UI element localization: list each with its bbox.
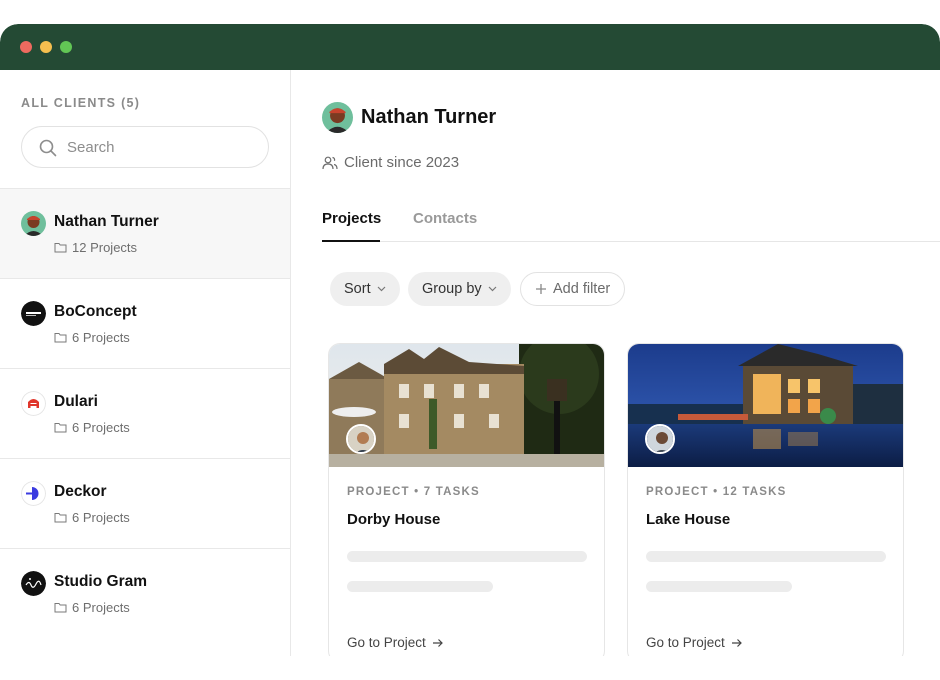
avatar — [322, 102, 353, 133]
skeleton-line — [347, 581, 493, 592]
studio-gram-logo-icon — [21, 571, 46, 596]
group-by-label: Group by — [422, 281, 482, 297]
project-count-label: 12 Projects — [72, 240, 138, 255]
project-count-label: 6 Projects — [72, 420, 130, 435]
deckor-logo-icon — [21, 481, 46, 506]
chevron-down-icon — [377, 286, 386, 292]
tab-contacts[interactable]: Contacts — [413, 210, 477, 227]
active-tab-indicator — [322, 240, 380, 242]
tab-projects[interactable]: Projects — [322, 210, 381, 227]
folder-icon — [54, 333, 67, 343]
client-name: Dulari — [54, 393, 98, 410]
add-filter-label: Add filter — [553, 281, 611, 297]
project-count-label: 6 Projects — [72, 600, 130, 615]
avatar — [21, 211, 46, 236]
skeleton-line — [347, 551, 587, 562]
maximize-window-button[interactable] — [60, 41, 72, 53]
group-by-button[interactable]: Group by — [408, 272, 511, 306]
go-to-project-link[interactable]: Go to Project — [646, 635, 743, 650]
project-card-dorby-house[interactable]: PROJECT • 7 TASKS Dorby House Go to Proj… — [328, 343, 605, 656]
go-to-project-label: Go to Project — [347, 635, 426, 650]
project-title: Dorby House — [347, 511, 441, 528]
skeleton-line — [646, 551, 886, 562]
owner-avatar — [645, 424, 675, 454]
folder-icon — [54, 603, 67, 613]
folder-icon — [54, 243, 67, 253]
chevron-down-icon — [488, 286, 497, 292]
window-titlebar — [0, 24, 940, 70]
project-meta: PROJECT • 7 TASKS — [347, 486, 480, 498]
folder-icon — [54, 423, 67, 433]
client-project-count: 6 Projects — [54, 420, 130, 435]
client-name: Deckor — [54, 483, 107, 500]
project-count-label: 6 Projects — [72, 510, 130, 525]
sort-button[interactable]: Sort — [330, 272, 400, 306]
client-item-deckor[interactable]: Deckor 6 Projects — [0, 458, 290, 548]
go-to-project-link[interactable]: Go to Project — [347, 635, 444, 650]
boconcept-logo-icon — [21, 301, 46, 326]
sort-label: Sort — [344, 281, 371, 297]
project-count-label: 6 Projects — [72, 330, 130, 345]
project-title: Lake House — [646, 511, 731, 528]
clients-heading: ALL CLIENTS (5) — [21, 96, 141, 110]
tab-bar: Projects Contacts — [322, 200, 940, 242]
plus-icon — [536, 284, 546, 294]
clients-sidebar: ALL CLIENTS (5) Search Nathan Turner 12 … — [0, 70, 291, 656]
close-window-button[interactable] — [20, 41, 32, 53]
owner-avatar — [346, 424, 376, 454]
go-to-project-label: Go to Project — [646, 635, 725, 650]
add-filter-button[interactable]: Add filter — [520, 272, 626, 306]
folder-icon — [54, 513, 67, 523]
client-project-count: 6 Projects — [54, 600, 130, 615]
client-since-text: Client since 2023 — [344, 154, 460, 171]
client-item-boconcept[interactable]: BoConcept 6 Projects — [0, 278, 290, 368]
client-name: BoConcept — [54, 303, 137, 320]
search-placeholder: Search — [67, 139, 115, 156]
client-project-count: 6 Projects — [54, 330, 130, 345]
client-item-dulari[interactable]: Dulari 6 Projects — [0, 368, 290, 458]
client-project-count: 12 Projects — [54, 240, 137, 255]
client-name: Studio Gram — [54, 573, 148, 590]
arrow-right-icon — [432, 638, 443, 647]
client-detail-panel: Nathan Turner Client since 2023 Projects… — [291, 70, 940, 656]
project-meta: PROJECT • 12 TASKS — [646, 486, 787, 498]
search-input[interactable]: Search — [21, 126, 269, 168]
client-project-count: 6 Projects — [54, 510, 130, 525]
client-since: Client since 2023 — [322, 154, 459, 171]
search-icon — [39, 139, 57, 157]
client-name: Nathan Turner — [54, 213, 159, 230]
minimize-window-button[interactable] — [40, 41, 52, 53]
client-item-nathan-turner[interactable]: Nathan Turner 12 Projects — [0, 188, 290, 278]
skeleton-line — [646, 581, 792, 592]
arrow-right-icon — [731, 638, 742, 647]
users-icon — [322, 156, 338, 169]
dulari-logo-icon — [21, 391, 46, 416]
client-item-studio-gram[interactable]: Studio Gram 6 Projects — [0, 548, 290, 638]
project-card-lake-house[interactable]: PROJECT • 12 TASKS Lake House Go to Proj… — [627, 343, 904, 656]
app-window: ALL CLIENTS (5) Search Nathan Turner 12 … — [0, 24, 940, 656]
page-title: Nathan Turner — [361, 106, 497, 128]
